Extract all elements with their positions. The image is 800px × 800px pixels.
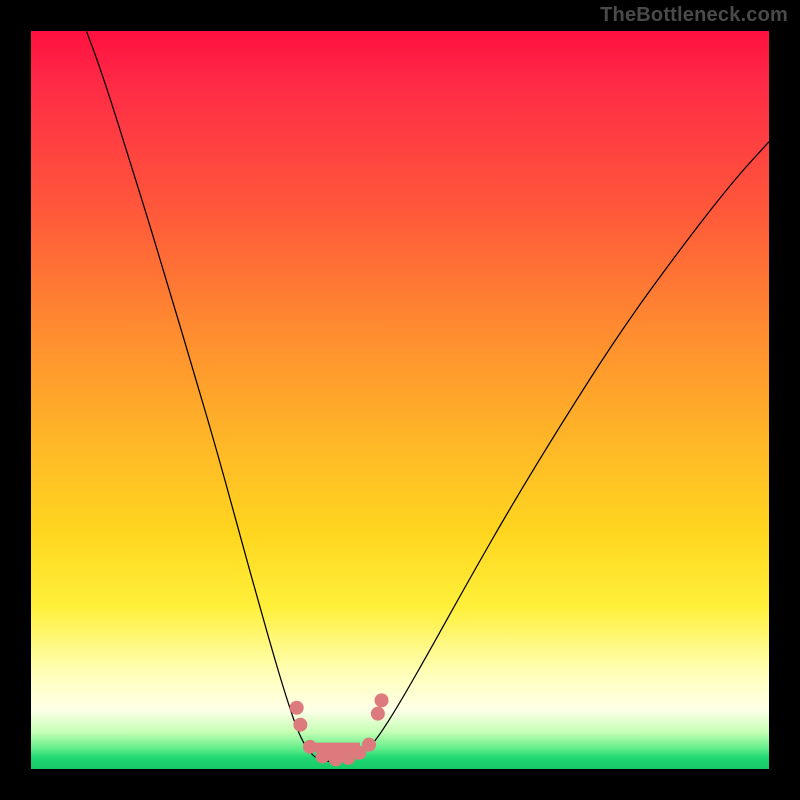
highlight-dot [316, 749, 330, 763]
highlight-dot [303, 740, 317, 754]
bottleneck-curve-path [86, 31, 769, 762]
highlight-dot [375, 693, 389, 707]
highlight-dot [290, 701, 304, 715]
chart-frame: TheBottleneck.com [0, 0, 800, 800]
highlight-dots-group [290, 693, 389, 766]
curve-svg [31, 31, 769, 769]
plot-area [31, 31, 769, 769]
watermark-text: TheBottleneck.com [600, 4, 788, 27]
highlight-dot [329, 752, 343, 766]
highlight-dot [362, 738, 376, 752]
highlight-dot [293, 718, 307, 732]
highlight-dot [371, 707, 385, 721]
